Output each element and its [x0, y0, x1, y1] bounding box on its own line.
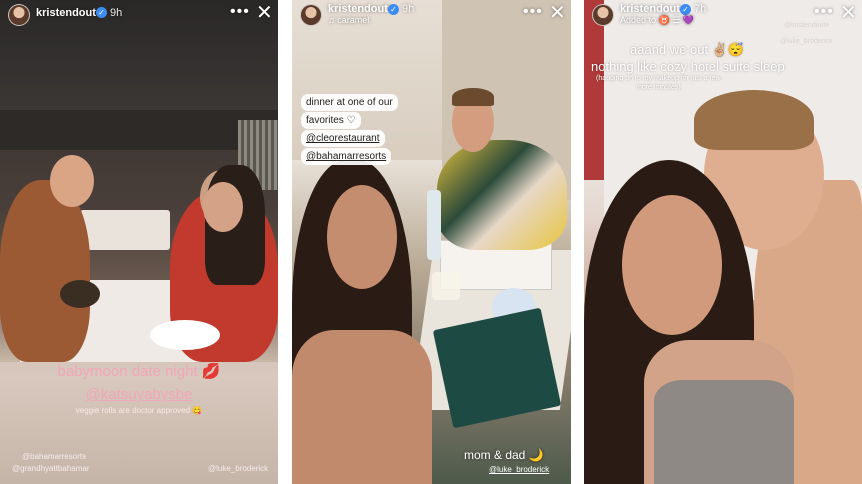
story-subcaption: more minutes) [636, 84, 681, 91]
story-photo-dinner [292, 0, 571, 484]
story-caption: aaand we out ✌🏼😴 [630, 42, 745, 57]
text-sticker: dinner at one of our favorites ♡ @cleore… [301, 93, 398, 165]
mention-tag[interactable]: @kristendoute [784, 22, 829, 29]
mention-tag[interactable]: @luke_broderick [489, 465, 549, 474]
close-icon[interactable]: ✕ [256, 2, 273, 24]
avatar[interactable] [592, 4, 614, 26]
mention-tag[interactable]: @bahamarresorts [22, 452, 86, 461]
added-to-label[interactable]: Added to ♉ ☰ 💜 [620, 15, 694, 26]
verified-badge-icon: ✓ [96, 7, 107, 18]
story-panel-2[interactable]: kristendoute ✓ 9h ♫ caramel ••• ✕ dinner… [292, 0, 571, 484]
mention-tag[interactable]: @luke_broderick [780, 38, 833, 45]
mention-tag[interactable]: @luke_broderick [208, 464, 268, 473]
avatar[interactable] [8, 4, 30, 26]
close-icon[interactable]: ✕ [549, 2, 566, 24]
username[interactable]: kristendoute [36, 7, 102, 19]
more-horizontal-icon[interactable]: ••• [523, 3, 543, 21]
story-panel-3[interactable]: kristendoute ✓ 7h Added to ♉ ☰ 💜 ••• ✕ a… [584, 0, 862, 484]
sticker-line: dinner at one of our [301, 94, 398, 111]
verified-badge-icon: ✓ [388, 4, 399, 15]
verified-badge-icon: ✓ [680, 4, 691, 15]
sticker-line: favorites ♡ [301, 112, 361, 129]
story-header: kristendoute ✓ 9h ••• ✕ [0, 0, 278, 28]
username[interactable]: kristendoute [620, 3, 686, 15]
story-photo-restaurant [0, 110, 278, 362]
story-subcaption: veggie rolls are doctor approved 😋 [75, 406, 203, 415]
story-caption: nothing like cozy hotel suite sleep [591, 59, 785, 74]
avatar[interactable] [300, 4, 322, 26]
mention-sticker[interactable]: @katsuyabysbe [0, 386, 278, 403]
story-panel-1[interactable]: kristendoute ✓ 9h ••• ✕ babymoon date ni… [0, 0, 278, 484]
more-horizontal-icon[interactable]: ••• [814, 3, 834, 21]
music-label[interactable]: ♫ caramel [328, 15, 369, 25]
post-time: 9h [110, 7, 123, 19]
close-icon[interactable]: ✕ [840, 2, 857, 24]
story-caption: mom & dad 🌙 [464, 448, 544, 462]
more-horizontal-icon[interactable]: ••• [230, 3, 250, 21]
story-caption: babymoon date night 💋 [57, 363, 221, 380]
post-time: 9h [402, 3, 415, 15]
post-time: 7h [694, 3, 707, 15]
mention-tag[interactable]: @grandhyattbahamar [12, 464, 90, 473]
mention-tag[interactable]: @cleorestaurant [301, 130, 385, 147]
story-header: kristendoute ✓ 9h ♫ caramel ••• ✕ [292, 0, 571, 28]
mention-tag[interactable]: @bahamarresorts [301, 148, 392, 165]
story-subcaption: (hanging on to my makeup for just a few [596, 75, 721, 82]
username[interactable]: kristendoute [328, 3, 394, 15]
